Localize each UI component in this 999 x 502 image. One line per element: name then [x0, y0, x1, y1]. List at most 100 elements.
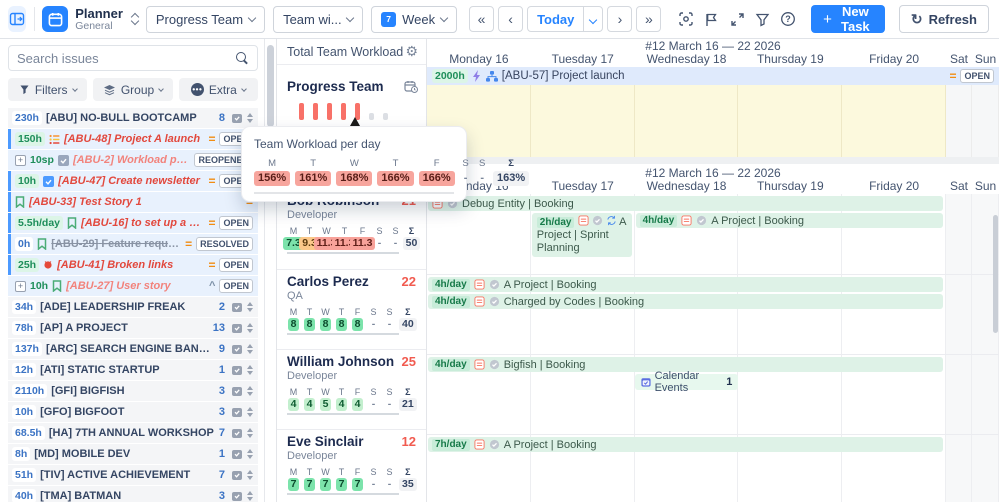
today-dropdown-button[interactable]: [584, 10, 602, 28]
calendar-check-icon[interactable]: [231, 490, 243, 502]
nav-next-button[interactable]: ›: [607, 6, 632, 32]
sort-arrows[interactable]: [247, 491, 253, 501]
timeline-cell[interactable]: [946, 85, 972, 157]
calendar-check-icon[interactable]: [231, 301, 243, 313]
issue-row[interactable]: [ABU-33] Test Story 1 =: [8, 192, 258, 212]
project-row[interactable]: 51h [TIV] ACTIVE ACHIEVEMENT 7: [8, 465, 258, 485]
member-card-william[interactable]: William Johnson 25 Developer M4 T4 W5 T4…: [277, 350, 426, 430]
project-row[interactable]: 34h [ADE] LEADERSHIP FREAK 2: [8, 297, 258, 317]
calendar-events-chip[interactable]: Calendar Events 1: [635, 374, 739, 390]
issue-count: 9: [219, 343, 225, 355]
issue-row[interactable]: 0h [ABU-29] Feature request = RESOLVED: [8, 234, 258, 254]
new-task-button[interactable]: + New Task: [811, 5, 885, 33]
sort-arrows[interactable]: [247, 302, 253, 312]
sort-arrows[interactable]: [247, 365, 253, 375]
expand-button[interactable]: +: [15, 155, 26, 166]
filter-button[interactable]: [754, 6, 772, 32]
fullscreen-button[interactable]: [728, 6, 746, 32]
view-select[interactable]: Team wi...: [273, 6, 363, 33]
timeline-top-panel: #12 March 16 — 22 2026 Monday 16 Tuesday…: [427, 39, 999, 157]
sort-arrows[interactable]: [247, 386, 253, 396]
booking-bar[interactable]: 4h/day A Project | Booking: [636, 213, 943, 228]
project-row[interactable]: 78h [AP] A PROJECT 13: [8, 318, 258, 338]
nav-last-button[interactable]: »: [636, 6, 661, 32]
project-row[interactable]: 2110h [GFI] BIGFISH 3: [8, 381, 258, 401]
priority-icon: =: [208, 174, 215, 188]
scope-scan-button[interactable]: [677, 6, 695, 32]
period-select[interactable]: 7 Week: [371, 6, 457, 33]
team-select[interactable]: Progress Team: [146, 6, 265, 33]
member-card-carlos[interactable]: Carlos Perez 22 QA M8 T8 W8 T8 F8 S- S- …: [277, 270, 426, 350]
issue-row[interactable]: + 10h [ABU-27] User story ^ OPEN: [8, 276, 258, 296]
calendar-check-icon[interactable]: [231, 406, 243, 418]
sort-arrows[interactable]: [247, 113, 253, 123]
gear-icon[interactable]: ⚙: [405, 43, 418, 60]
toolbar: Planner General Progress Team Team wi...…: [0, 0, 999, 39]
hours-badge: 51h: [12, 468, 36, 482]
nav-first-button[interactable]: «: [469, 6, 494, 32]
search-input[interactable]: [17, 51, 230, 66]
project-row[interactable]: 137h [ARC] SEARCH ENGINE BANDITS 9: [8, 339, 258, 359]
booking-bar[interactable]: 4h/day A Project | Booking: [428, 277, 943, 292]
sidebar-toggle-button[interactable]: [8, 6, 26, 32]
planner-menu[interactable]: Planner General: [42, 6, 138, 32]
workload-panel-title: Total Team Workload: [287, 45, 403, 59]
calendar-check-icon[interactable]: [231, 469, 243, 481]
calendar-check-icon[interactable]: [231, 448, 243, 460]
booking-block[interactable]: 2h/day A Project | Sprint Planning: [532, 213, 632, 257]
issue-row[interactable]: 10h [ABU-47] Create newsletter = OPEN: [8, 171, 258, 191]
calendar-check-icon[interactable]: [231, 322, 243, 334]
calendar-check-icon[interactable]: [231, 385, 243, 397]
timeline-cell[interactable]: [972, 85, 999, 157]
sort-arrows[interactable]: [247, 449, 253, 459]
booking-bar[interactable]: Debug Entity | Booking: [428, 196, 943, 211]
calendar-check-icon[interactable]: [231, 427, 243, 439]
member-card-bob[interactable]: Bob Robinson 21 Developer M7.3 T9.3 W11.…: [277, 189, 426, 270]
project-row[interactable]: 40h [TMA] BATMAN 3: [8, 486, 258, 502]
app-subtitle: General: [75, 21, 123, 32]
calendar-check-icon[interactable]: [231, 112, 243, 124]
booking-bar[interactable]: 4h/day Charged by Codes | Booking: [428, 294, 943, 309]
calendar-clock-icon[interactable]: [404, 80, 418, 93]
issue-row[interactable]: 25h [ABU-41] Broken links = OPEN: [8, 255, 258, 275]
project-row[interactable]: 12h [ATI] STATIC STARTUP 1: [8, 360, 258, 380]
member-card-eve[interactable]: Eve Sinclair 12 Developer M7 T7 W7 T7 F7…: [277, 430, 426, 502]
project-row[interactable]: 8h [MD] MOBILE DEV 1: [8, 444, 258, 464]
project-row[interactable]: 10h [GFO] BIGFOOT 3: [8, 402, 258, 422]
issue-row[interactable]: 150h [ABU-48] Project A launch = OPEN: [8, 129, 258, 149]
epic-bar[interactable]: 2000h [ABU-57] Project launch = OPEN: [427, 67, 999, 85]
project-name: [TIV] ACTIVE ACHIEVEMENT: [40, 469, 215, 481]
sort-arrows[interactable]: [247, 344, 253, 354]
flag-button[interactable]: [703, 6, 721, 32]
timeline-cell[interactable]: [738, 85, 842, 157]
refresh-button[interactable]: ↻ Refresh: [899, 5, 989, 33]
new-task-label: New Task: [838, 4, 873, 34]
sort-arrows[interactable]: [247, 470, 253, 480]
sort-arrows[interactable]: [247, 407, 253, 417]
project-row[interactable]: 230h [ABU] NO-BULL BOOTCAMP 8: [8, 108, 258, 128]
filters-button[interactable]: Filters: [8, 78, 87, 101]
sort-arrows[interactable]: [247, 323, 253, 333]
project-row[interactable]: 68.5h [HA] 7TH ANNUAL WORKSHOP 7: [8, 423, 258, 443]
timeline-cell[interactable]: [842, 85, 946, 157]
today-button[interactable]: Today: [528, 12, 583, 27]
member-name: Carlos Perez: [287, 274, 369, 289]
timeline-scrollbar-thumb[interactable]: [993, 215, 998, 333]
group-button[interactable]: Group: [93, 78, 172, 101]
plus-icon: +: [823, 11, 832, 28]
extra-button[interactable]: ••• Extra: [179, 78, 258, 101]
calendar-check-icon[interactable]: [231, 364, 243, 376]
issue-row[interactable]: + 10sp [ABU-2] Workload planning REOPENE…: [8, 150, 258, 170]
calendar-check-icon[interactable]: [231, 343, 243, 355]
nav-prev-button[interactable]: ‹: [498, 6, 523, 32]
scrollbar-thumb[interactable]: [267, 45, 274, 127]
booking-bar[interactable]: 7h/day A Project | Booking: [428, 437, 943, 452]
issue-row[interactable]: 5.5h/day [ABU-16] to set up a demo proje…: [8, 213, 258, 233]
sort-arrows[interactable]: [247, 428, 253, 438]
timeline-cell[interactable]: [531, 85, 635, 157]
timeline-cell[interactable]: [635, 85, 739, 157]
day-label: Thursday 19: [738, 179, 842, 194]
expand-button[interactable]: +: [15, 281, 26, 292]
help-button[interactable]: ?: [780, 6, 798, 32]
check-circle-icon: [592, 215, 603, 226]
